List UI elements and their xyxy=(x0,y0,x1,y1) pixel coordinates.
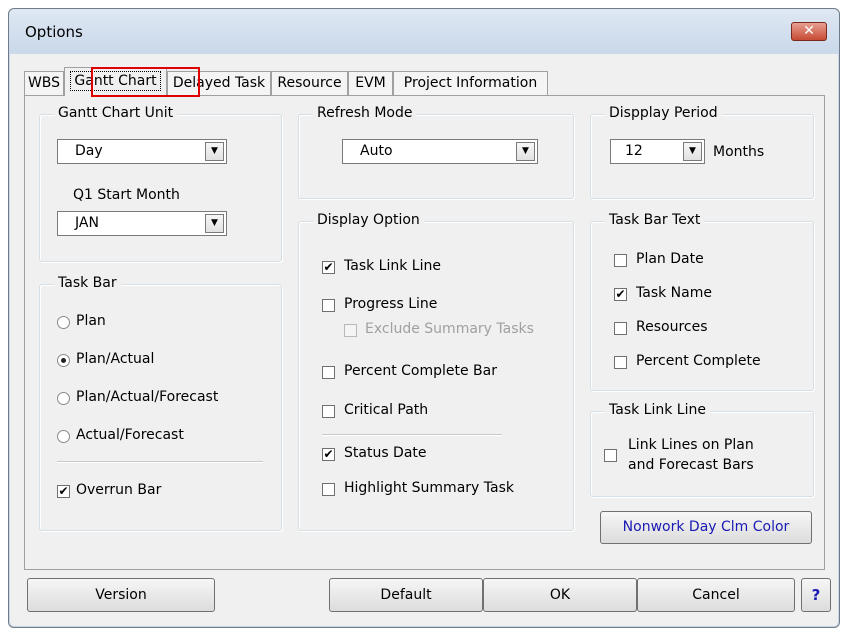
group-title: Dispplay Period xyxy=(605,105,722,121)
plan-date-checkbox[interactable] xyxy=(614,254,627,267)
select-value: JAN xyxy=(75,215,99,231)
percent-complete-checkbox[interactable] xyxy=(614,356,627,369)
plan-date-label[interactable]: Plan Date xyxy=(636,251,704,267)
dialog-client-area: WBS Gantt Chart Delayed Task Resource EV… xyxy=(17,54,833,619)
ok-button[interactable]: OK xyxy=(483,578,637,612)
status-date-label[interactable]: Status Date xyxy=(344,445,427,461)
q1-start-month-select[interactable]: JAN ▼ xyxy=(57,211,227,236)
task-link-line-checkbox[interactable]: ✔ xyxy=(322,261,335,274)
options-dialog: Options ✕ WBS Gantt Chart Delayed Task R… xyxy=(8,8,840,628)
progress-line-checkbox[interactable] xyxy=(322,299,335,312)
chevron-down-icon[interactable]: ▼ xyxy=(516,142,535,161)
group-title: Task Bar xyxy=(54,275,121,291)
task-link-line-label[interactable]: Task Link Line xyxy=(344,258,441,274)
task-name-label[interactable]: Task Name xyxy=(636,285,712,301)
tab-label: Project Information xyxy=(403,75,538,91)
percent-complete-label[interactable]: Percent Complete xyxy=(636,353,761,369)
link-lines-label-line2[interactable]: and Forecast Bars xyxy=(628,457,754,473)
cancel-button[interactable]: Cancel xyxy=(637,578,795,612)
task-bar-group: Task Bar Plan Plan/Actual Plan/Actual/Fo… xyxy=(39,275,282,531)
tab-wbs[interactable]: WBS xyxy=(24,71,64,95)
group-title: Task Bar Text xyxy=(605,212,705,228)
resources-label[interactable]: Resources xyxy=(636,319,708,335)
help-button[interactable]: ? xyxy=(801,578,831,612)
radio-plan[interactable] xyxy=(57,316,70,329)
divider xyxy=(57,461,263,463)
radio-actual-forecast-label[interactable]: Actual/Forecast xyxy=(76,427,184,443)
select-value: Day xyxy=(75,143,103,159)
version-button[interactable]: Version xyxy=(27,578,215,612)
status-date-checkbox[interactable]: ✔ xyxy=(322,448,335,461)
tab-label: Resource xyxy=(277,75,342,91)
radio-plan-actual-forecast-label[interactable]: Plan/Actual/Forecast xyxy=(76,389,218,405)
check-icon: ✔ xyxy=(615,287,626,301)
check-icon: ✔ xyxy=(323,260,334,274)
highlight-summary-task-label[interactable]: Highlight Summary Task xyxy=(344,480,514,496)
task-name-checkbox[interactable]: ✔ xyxy=(614,288,627,301)
chevron-down-icon[interactable]: ▼ xyxy=(205,142,224,161)
display-option-group: Display Option ✔ Task Link Line Progress… xyxy=(298,212,574,531)
radio-plan-actual[interactable] xyxy=(57,354,70,367)
chevron-down-icon[interactable]: ▼ xyxy=(683,142,702,161)
tab-label: EVM xyxy=(355,75,386,91)
overrun-bar-label[interactable]: Overrun Bar xyxy=(76,482,161,498)
radio-plan-label[interactable]: Plan xyxy=(76,313,106,329)
tab-delayed-task[interactable]: Delayed Task xyxy=(167,71,271,95)
q1-start-month-label: Q1 Start Month xyxy=(73,187,180,203)
radio-plan-actual-label[interactable]: Plan/Actual xyxy=(76,351,154,367)
tab-resource[interactable]: Resource xyxy=(271,71,348,95)
group-title: Display Option xyxy=(313,212,424,228)
chevron-down-icon[interactable]: ▼ xyxy=(205,214,224,233)
task-bar-text-group: Task Bar Text Plan Date ✔ Task Name Reso… xyxy=(590,212,814,391)
refresh-mode-select[interactable]: Auto ▼ xyxy=(342,139,538,164)
select-value: 12 xyxy=(625,143,643,159)
gantt-unit-select[interactable]: Day ▼ xyxy=(57,139,227,164)
divider xyxy=(322,434,502,436)
close-icon: ✕ xyxy=(803,23,815,39)
group-title: Refresh Mode xyxy=(313,105,417,121)
gantt-chart-unit-group: Gantt Chart Unit Day ▼ Q1 Start Month JA… xyxy=(39,105,282,262)
radio-plan-actual-forecast[interactable] xyxy=(57,392,70,405)
tab-evm[interactable]: EVM xyxy=(348,71,393,95)
task-link-line-group: Task Link Line Link Lines on Plan and Fo… xyxy=(590,402,814,497)
check-icon: ✔ xyxy=(323,447,334,461)
months-label: Months xyxy=(713,144,765,160)
group-title: Task Link Line xyxy=(605,402,710,418)
percent-complete-bar-label[interactable]: Percent Complete Bar xyxy=(344,363,497,379)
tab-gantt-chart[interactable]: Gantt Chart xyxy=(64,67,167,96)
window-title: Options xyxy=(25,23,83,41)
critical-path-label[interactable]: Critical Path xyxy=(344,402,428,418)
link-lines-checkbox[interactable] xyxy=(604,449,617,462)
group-title: Gantt Chart Unit xyxy=(54,105,178,121)
default-button[interactable]: Default xyxy=(329,578,483,612)
radio-actual-forecast[interactable] xyxy=(57,430,70,443)
display-period-group: Dispplay Period 12 ▼ Months xyxy=(590,105,814,199)
tab-label: Delayed Task xyxy=(172,75,266,91)
tab-project-information[interactable]: Project Information xyxy=(393,71,548,95)
tab-label: WBS xyxy=(27,75,61,91)
close-button[interactable]: ✕ xyxy=(791,22,827,41)
progress-line-label[interactable]: Progress Line xyxy=(344,296,437,312)
refresh-mode-group: Refresh Mode Auto ▼ xyxy=(298,105,574,199)
exclude-summary-tasks-label: Exclude Summary Tasks xyxy=(365,321,534,337)
link-lines-label-line1[interactable]: Link Lines on Plan xyxy=(628,437,754,453)
tab-label: Gantt Chart xyxy=(70,71,161,91)
check-icon: ✔ xyxy=(58,484,69,498)
exclude-summary-tasks-checkbox xyxy=(344,324,357,337)
percent-complete-bar-checkbox[interactable] xyxy=(322,366,335,379)
display-period-select[interactable]: 12 ▼ xyxy=(610,139,705,164)
overrun-bar-checkbox[interactable]: ✔ xyxy=(57,485,70,498)
select-value: Auto xyxy=(360,143,393,159)
title-bar: Options ✕ xyxy=(9,9,839,54)
highlight-summary-task-checkbox[interactable] xyxy=(322,483,335,496)
nonwork-day-color-button[interactable]: Nonwork Day Clm Color xyxy=(600,511,812,544)
critical-path-checkbox[interactable] xyxy=(322,405,335,418)
radio-selected-dot xyxy=(61,358,66,363)
gantt-chart-tab-page: Gantt Chart Unit Day ▼ Q1 Start Month JA… xyxy=(24,95,825,570)
resources-checkbox[interactable] xyxy=(614,322,627,335)
